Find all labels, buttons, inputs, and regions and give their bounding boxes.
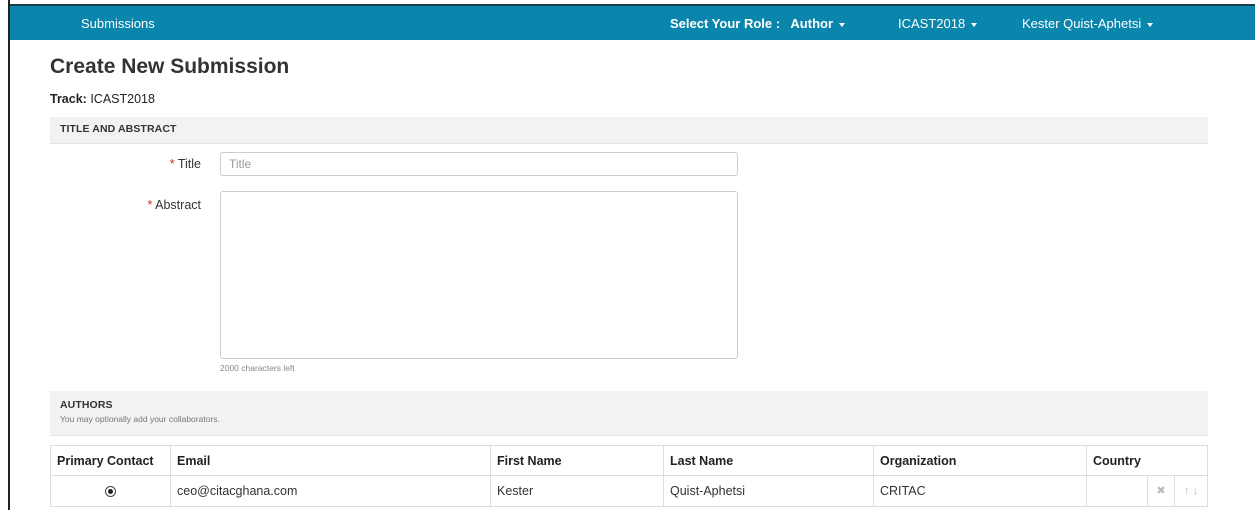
required-marker: *: [147, 198, 153, 212]
authors-table: Primary Contact Email First Name Last Na…: [50, 445, 1208, 507]
column-header-email: Email: [170, 445, 491, 476]
chevron-down-icon: [1147, 22, 1154, 27]
country-value[interactable]: [1087, 476, 1148, 506]
column-header-last-name: Last Name: [663, 445, 874, 476]
column-header-first-name: First Name: [490, 445, 664, 476]
required-marker: *: [169, 157, 175, 171]
last-name-cell[interactable]: Quist-Aphetsi: [663, 475, 874, 507]
column-header-country: Country: [1086, 445, 1208, 476]
move-up-icon[interactable]: ↑: [1184, 485, 1190, 497]
chevron-down-icon: [971, 22, 978, 27]
track-info: Track: ICAST2018: [50, 92, 155, 106]
section-heading: AUTHORS: [60, 399, 113, 411]
table-header-row: Primary Contact Email First Name Last Na…: [50, 445, 1208, 476]
first-name-cell[interactable]: Kester: [490, 475, 664, 507]
column-header-primary-contact: Primary Contact: [50, 445, 171, 476]
chevron-down-icon: [839, 22, 846, 27]
title-label-text: Title: [177, 157, 201, 171]
country-cell: ✖ ↑ ↓: [1086, 475, 1208, 507]
characters-left-hint: 2000 characters left: [220, 363, 295, 373]
abstract-label-text: Abstract: [155, 198, 201, 212]
abstract-textarea[interactable]: [220, 191, 738, 359]
reorder-controls: ↑ ↓: [1175, 476, 1207, 506]
user-menu[interactable]: Kester Quist-Aphetsi: [1022, 16, 1154, 31]
user-name: Kester Quist-Aphetsi: [1022, 16, 1142, 31]
remove-icon[interactable]: ✖: [1148, 476, 1175, 506]
conference-label: ICAST2018: [898, 16, 966, 31]
role-selector[interactable]: Select Your Role : Author: [670, 16, 846, 31]
page-title: Create New Submission: [50, 55, 290, 78]
column-header-organization: Organization: [873, 445, 1087, 476]
section-title-abstract: TITLE AND ABSTRACT: [50, 117, 1208, 144]
track-value: ICAST2018: [90, 92, 155, 106]
table-row: ceo@citacghana.com Kester Quist-Aphetsi …: [50, 475, 1208, 507]
track-label: Track:: [50, 92, 87, 106]
section-heading: TITLE AND ABSTRACT: [60, 123, 177, 135]
primary-contact-radio[interactable]: [105, 486, 116, 498]
title-input[interactable]: [220, 152, 738, 176]
role-label: Select Your Role :: [670, 16, 781, 31]
nav-brand-submissions[interactable]: Submissions: [81, 16, 155, 31]
email-cell[interactable]: ceo@citacghana.com: [170, 475, 491, 507]
role-value: Author: [790, 16, 834, 31]
primary-contact-cell: [50, 475, 171, 507]
top-navbar: Submissions Select Your Role : Author IC…: [10, 4, 1255, 40]
conference-dropdown[interactable]: ICAST2018: [898, 16, 978, 31]
abstract-field-label: * Abstract: [120, 198, 201, 212]
title-field-label: * Title: [120, 157, 201, 171]
country-cell-inner: ✖ ↑ ↓: [1087, 476, 1207, 506]
section-authors: AUTHORS You may optionally add your coll…: [50, 391, 1208, 436]
organization-cell[interactable]: CRITAC: [873, 475, 1087, 507]
move-down-icon[interactable]: ↓: [1193, 485, 1199, 497]
section-subheading: You may optionally add your collaborator…: [60, 414, 220, 424]
